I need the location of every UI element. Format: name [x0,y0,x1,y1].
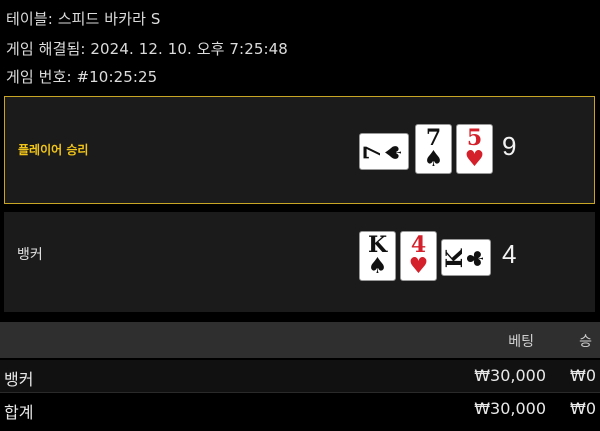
banker-card-3: K ♣ [441,239,491,276]
banker-card-2: 4 ♥ [400,231,437,281]
player-result-panel: 플레이어 승리 7 ♠ 7 ♠ 5 ♥ 9 [4,96,595,204]
total-win-amount: ₩0 [570,399,596,418]
spade-icon: ♠ [382,142,407,163]
player-card-2: 7 ♠ [415,124,452,174]
row-bet-amount: ₩30,000 [474,366,546,385]
player-score: 9 [502,131,517,161]
heart-icon: ♥ [408,254,429,279]
total-bet-amount: ₩30,000 [474,399,546,418]
banker-card-1: K ♠ [359,231,396,281]
banker-label: 뱅커 [17,247,43,263]
table-row-total: 합계 ₩30,000 ₩0 [0,393,600,425]
player-card-3: 5 ♥ [456,124,493,174]
row-win-amount: ₩0 [570,366,596,385]
bet-table-header: 베팅 승 [0,322,600,358]
club-icon: ♣ [464,248,489,269]
player-win-label: 플레이어 승리 [18,143,89,157]
table-name: 테이블: 스피드 바카라 S [6,10,161,28]
row-bet-type: 뱅커 [4,370,34,389]
spade-icon: ♠ [423,147,444,172]
game-number: 게임 번호: #10:25:25 [6,68,158,86]
header-win: 승 [579,334,592,350]
player-card-1: 7 ♠ [359,133,409,170]
game-resolved-time: 게임 해결됨: 2024. 12. 10. 오후 7:25:48 [6,40,288,58]
heart-icon: ♥ [464,147,485,172]
header-bet: 베팅 [508,334,534,350]
banker-result-panel: 뱅커 K ♠ 4 ♥ K ♣ 4 [4,212,595,312]
table-row: 뱅커 ₩30,000 ₩0 [0,360,600,393]
total-label: 합계 [4,403,34,422]
spade-icon: ♠ [367,254,388,279]
banker-score: 4 [502,239,517,269]
